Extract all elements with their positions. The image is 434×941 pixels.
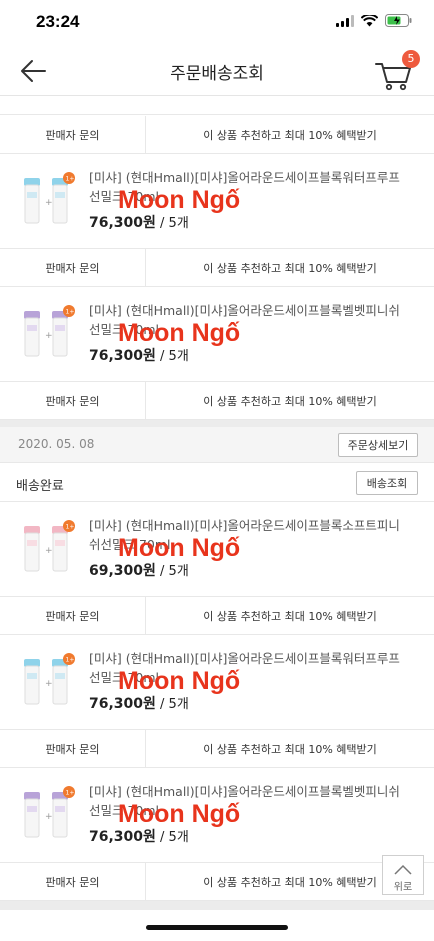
product-action-row: 판매자 문의 이 상품 추천하고 최대 10% 혜택받기 xyxy=(0,382,434,420)
product-thumbnail: + 1+1 xyxy=(22,172,80,232)
product-action-row: 판매자 문의 이 상품 추천하고 최대 10% 혜택받기 xyxy=(0,730,434,768)
nav-bar: 주문배송조회 xyxy=(0,46,434,96)
delivery-status: 배송완료 xyxy=(16,479,64,494)
svg-text:1+1: 1+1 xyxy=(66,524,79,531)
product-price: 76,300원 / 5개 xyxy=(89,215,189,231)
recommend-benefit-button[interactable]: 이 상품 추천하고 최대 10% 혜택받기 xyxy=(146,249,434,286)
seller-inquiry-button[interactable]: 판매자 문의 xyxy=(0,597,146,634)
product-item[interactable]: + 1+1 [미샤] (현대Hmall)[미샤]올어라운드세이프블록소프트피니 … xyxy=(0,502,434,597)
partial-product-row xyxy=(0,97,434,115)
battery-icon xyxy=(385,14,412,27)
watermark-text: Moon Ngố xyxy=(118,319,241,347)
svg-text:1+1: 1+1 xyxy=(66,176,79,183)
product-thumbnail: + 1+1 xyxy=(22,786,80,846)
status-icons xyxy=(336,14,412,27)
delivery-status-row: 배송완료 배송조회 xyxy=(0,464,434,502)
seller-inquiry-button[interactable]: 판매자 문의 xyxy=(0,116,146,153)
seller-inquiry-button[interactable]: 판매자 문의 xyxy=(0,730,146,767)
product-item[interactable]: + 1+1 [미샤] (현대Hmall)[미샤]올어라운드세이프블록워터프루프 … xyxy=(0,635,434,730)
order-header: 2020. 05. 08 주문상세보기 xyxy=(0,427,434,463)
signal-icon xyxy=(336,14,354,27)
order-list: 판매자 문의 이 상품 추천하고 최대 10% 혜택받기 + 1+1 [미샤] … xyxy=(0,97,434,941)
page-title: 주문배송조회 xyxy=(170,64,264,84)
recommend-benefit-button[interactable]: 이 상품 추천하고 최대 10% 혜택받기 xyxy=(146,597,434,634)
svg-text:+: + xyxy=(45,812,53,822)
svg-text:+: + xyxy=(45,198,53,208)
seller-inquiry-button[interactable]: 판매자 문의 xyxy=(0,382,146,419)
product-price: 76,300원 / 5개 xyxy=(89,348,189,364)
svg-text:1+1: 1+1 xyxy=(66,790,79,797)
seller-inquiry-button[interactable]: 판매자 문의 xyxy=(0,863,146,900)
svg-text:+: + xyxy=(45,331,53,341)
product-action-row: 판매자 문의 이 상품 추천하고 최대 10% 혜택받기 xyxy=(0,597,434,635)
watermark-text: Moon Ngố xyxy=(118,534,241,562)
track-delivery-button[interactable]: 배송조회 xyxy=(356,471,418,495)
chevron-up-icon xyxy=(394,864,412,875)
recommend-benefit-button[interactable]: 이 상품 추천하고 최대 10% 혜택받기 xyxy=(146,382,434,419)
product-thumbnail: + 1+1 xyxy=(22,305,80,365)
product-price: 76,300원 / 5개 xyxy=(89,696,189,712)
home-indicator xyxy=(146,925,288,930)
product-action-row: 판매자 문의 이 상품 추천하고 최대 10% 혜택받기 xyxy=(0,863,434,901)
seller-inquiry-button[interactable]: 판매자 문의 xyxy=(0,249,146,286)
product-thumbnail: + 1+1 xyxy=(22,653,80,713)
wifi-icon xyxy=(361,14,378,26)
svg-text:1+1: 1+1 xyxy=(66,309,79,316)
recommend-benefit-button[interactable]: 이 상품 추천하고 최대 10% 혜택받기 xyxy=(146,116,434,153)
product-price: 76,300원 / 5개 xyxy=(89,829,189,845)
product-item[interactable]: + 1+1 [미샤] (현대Hmall)[미샤]올어라운드세이프블록벨벳피니쉬 … xyxy=(0,768,434,863)
watermark-text: Moon Ngố xyxy=(118,186,241,214)
status-time: 23:24 xyxy=(36,12,80,31)
watermark-text: Moon Ngố xyxy=(118,667,241,695)
section-divider xyxy=(0,901,434,910)
status-bar: 23:24 xyxy=(0,0,434,46)
product-item[interactable]: + 1+1 [미샤] (현대Hmall)[미샤]올어라운드세이프블록벨벳피니쉬 … xyxy=(0,287,434,382)
product-item[interactable]: + 1+1 [미샤] (현대Hmall)[미샤]올어라운드세이프블록워터프루프 … xyxy=(0,154,434,249)
watermark-text: Moon Ngố xyxy=(118,800,241,828)
scroll-top-label: 위로 xyxy=(393,882,413,893)
recommend-benefit-button[interactable]: 이 상품 추천하고 최대 10% 혜택받기 xyxy=(146,730,434,767)
svg-text:+: + xyxy=(45,546,53,556)
product-thumbnail: + 1+1 xyxy=(22,520,80,580)
product-price: 69,300원 / 5개 xyxy=(89,563,189,579)
product-action-row: 판매자 문의 이 상품 추천하고 최대 10% 혜택받기 xyxy=(0,116,434,154)
order-detail-button[interactable]: 주문상세보기 xyxy=(338,433,418,457)
svg-text:+: + xyxy=(45,679,53,689)
svg-text:1+1: 1+1 xyxy=(66,657,79,664)
order-date: 2020. 05. 08 xyxy=(18,437,95,451)
scroll-top-button[interactable]: 위로 xyxy=(382,855,424,895)
cart-count-badge: 5 xyxy=(402,50,420,68)
product-action-row: 판매자 문의 이 상품 추천하고 최대 10% 혜택받기 xyxy=(0,249,434,287)
